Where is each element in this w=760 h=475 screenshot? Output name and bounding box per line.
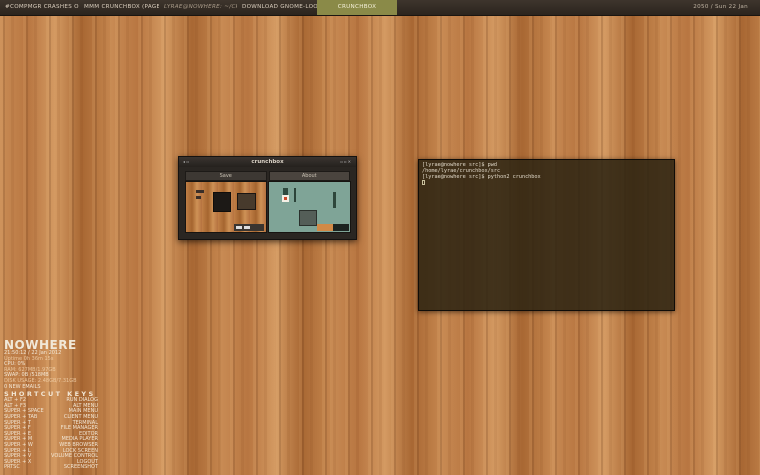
terminal-cursor-line (422, 180, 671, 186)
crunchbox-window: ◂ ▫ crunchbox ▫▫✕ Save About (178, 156, 357, 240)
top-panel: #Compmgr crashes on fl mmm crunchbox (pa… (0, 0, 760, 16)
thumb-panel-block (196, 190, 204, 193)
panel-clock: 2050 / Sun 22 Jan (693, 4, 748, 10)
window-controls-icon[interactable]: ▫▫✕ (340, 157, 352, 167)
thumb-window-block (299, 210, 317, 226)
thumb-dark-bar (333, 224, 349, 231)
window-title: crunchbox (251, 159, 284, 165)
taskbar-item-active[interactable]: Crunchbox (317, 0, 397, 15)
shortcut-key: PrtSc (4, 464, 20, 471)
tab-save[interactable]: Save (185, 171, 267, 181)
screenshot-thumbnail-wood[interactable] (185, 181, 267, 233)
ram-usage: RAM: 627MB/1.97GB (4, 366, 56, 373)
taskbar-item[interactable]: Download gnome-looko (237, 0, 317, 15)
thumb-terminal-block (237, 193, 256, 210)
shortcut-action: Screenshot (63, 464, 98, 471)
thumb-bottom-icon (244, 226, 250, 229)
thumb-bottom-icon (236, 226, 242, 229)
taskbar-item[interactable]: mmm crunchbox (page 8 (79, 0, 159, 15)
terminal-window[interactable]: [lyrae@nowhere src]$ pwd /home/lyrae/cru… (418, 159, 675, 311)
terminal-cursor (422, 180, 425, 185)
thumb-stem-shape (294, 188, 296, 202)
taskbar-item[interactable]: lyrae@nowhere: ~/crunc (159, 0, 237, 15)
thumb-stem-shape (333, 192, 336, 208)
conky-widget: NOWHERE 21:50:12 / 22 Jan 2012 Uptime 0h… (4, 339, 98, 471)
disk-usage: DISK USAGE: 2.48GB/7.31GB (4, 377, 77, 384)
thumb-card-accent (284, 197, 287, 200)
thumb-window-block (213, 192, 231, 212)
crunchbox-tabs: Save About (185, 171, 350, 181)
panel-spacer (397, 0, 693, 15)
thumb-panel-block (196, 196, 201, 199)
shortcut-row: PrtSc Screenshot (4, 465, 98, 471)
uptime: Uptime 0h 36m 15s (4, 355, 54, 362)
taskbar-item[interactable]: #Compmgr crashes on fl (0, 0, 79, 15)
thumb-orange-bar (317, 224, 333, 231)
screenshot-thumbnail-teal[interactable] (268, 181, 351, 233)
window-titlebar[interactable]: ◂ ▫ crunchbox ▫▫✕ (179, 157, 356, 167)
tab-about[interactable]: About (268, 171, 350, 181)
